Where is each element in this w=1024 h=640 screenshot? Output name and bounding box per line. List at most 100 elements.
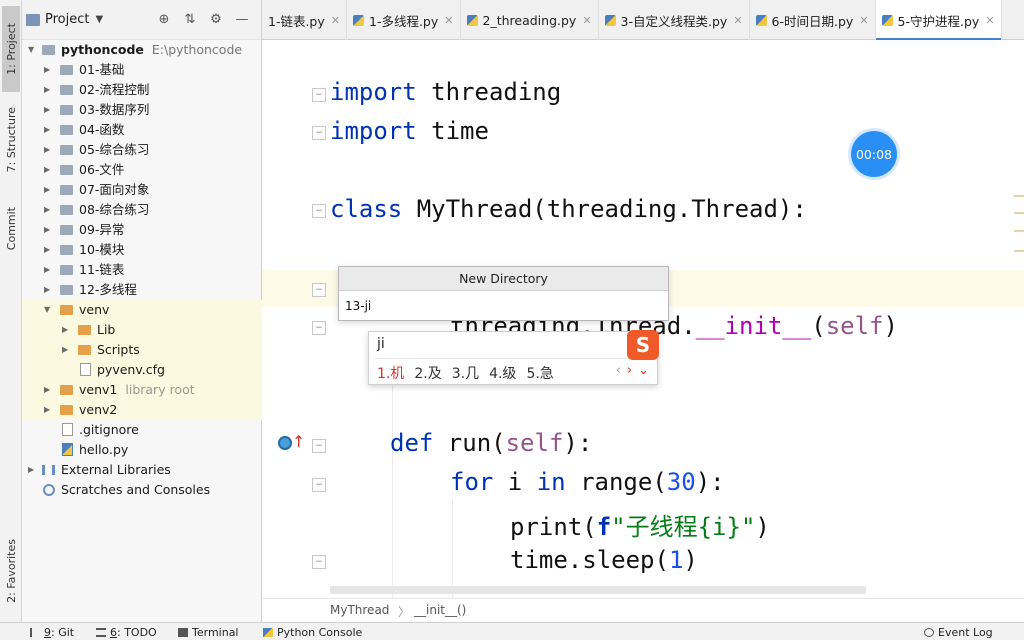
terminal-tool-button[interactable]: Terminal (178, 626, 239, 639)
close-icon[interactable]: ✕ (331, 14, 340, 27)
code-line-8: print(f"子线程{i}") (510, 513, 770, 541)
ime-candidate[interactable]: 2.及 (414, 363, 441, 383)
tab-6-datetime[interactable]: 6-时间日期.py ✕ (750, 0, 876, 40)
tab-1-multithread[interactable]: 1-多线程.py ✕ (347, 0, 461, 40)
directory-name-input[interactable] (345, 297, 655, 315)
expanded-arrow-icon[interactable]: ▼ (44, 300, 50, 320)
tree-item-folder[interactable]: ▶ 08-综合练习 (22, 200, 262, 220)
tab-5-daemon[interactable]: 5-守护进程.py ✕ (875, 0, 1002, 41)
collapsed-arrow-icon[interactable]: ▶ (44, 80, 50, 100)
tree-item-folder[interactable]: ▶ 07-面向对象 (22, 180, 262, 200)
fold-marker-icon[interactable]: − (312, 88, 326, 102)
fold-marker-icon[interactable]: − (312, 204, 326, 218)
chevron-down-icon[interactable]: ▼ (95, 14, 103, 25)
gear-icon[interactable]: ⚙ (208, 12, 224, 27)
collapsed-arrow-icon[interactable]: ▶ (44, 400, 50, 420)
collapsed-arrow-icon[interactable]: ▶ (44, 280, 50, 300)
tree-item-lib[interactable]: ▶ Lib (22, 320, 262, 340)
tab-label: 1-链表.py (268, 13, 325, 29)
favorites-tool-tab[interactable]: 2: Favorites (2, 528, 20, 614)
close-icon[interactable]: ✕ (859, 14, 868, 27)
fold-marker-icon[interactable]: − (312, 126, 326, 140)
tree-item-external-libraries[interactable]: ▶ External Libraries (22, 460, 262, 480)
ide-window: 1: Project 7: Structure Commit 2: Favori… (0, 0, 1024, 640)
tree-item-folder[interactable]: ▶ 05-综合练习 (22, 140, 262, 160)
structure-tool-tab[interactable]: 7: Structure (2, 100, 20, 180)
collapsed-arrow-icon[interactable]: ▶ (44, 140, 50, 160)
collapsed-arrow-icon[interactable]: ▶ (44, 260, 50, 280)
tree-item-gitignore[interactable]: .gitignore (22, 420, 262, 440)
hide-icon[interactable]: — (234, 12, 250, 27)
tree-item-scratches[interactable]: Scratches and Consoles (22, 480, 262, 500)
chevron-right-icon[interactable]: › (627, 363, 632, 378)
tree-item-folder[interactable]: ▶ 06-文件 (22, 160, 262, 180)
override-method-icon[interactable] (278, 436, 292, 450)
collapsed-arrow-icon[interactable]: ▶ (44, 240, 50, 260)
breadcrumb-method[interactable]: __init__() (414, 603, 466, 617)
folder-icon (60, 385, 73, 395)
breadcrumb-class[interactable]: MyThread (330, 603, 389, 617)
list-icon (96, 628, 106, 637)
git-tool-button[interactable]: 9: Git (30, 626, 74, 639)
project-tool-tab[interactable]: 1: Project (2, 6, 20, 92)
tree-item-scripts[interactable]: ▶ Scripts (22, 340, 262, 360)
collapsed-arrow-icon[interactable]: ▶ (44, 60, 50, 80)
folder-icon (60, 305, 73, 315)
tree-item-hello-py[interactable]: hello.py (22, 440, 262, 460)
tree-item-folder[interactable]: ▶ 01-基础 (22, 60, 262, 80)
todo-tool-button[interactable]: 6: TODO (96, 626, 157, 639)
fold-marker-icon[interactable]: − (312, 439, 326, 453)
collapse-all-icon[interactable]: ⇅ (182, 12, 198, 27)
tree-item-folder[interactable]: ▶ 09-异常 (22, 220, 262, 240)
collapsed-arrow-icon[interactable]: ▶ (44, 200, 50, 220)
recording-timer[interactable]: 00:08 (851, 131, 897, 177)
ime-candidate[interactable]: 4.级 (489, 363, 516, 383)
collapsed-arrow-icon[interactable]: ▶ (44, 380, 50, 400)
tree-item-folder[interactable]: ▶ 02-流程控制 (22, 80, 262, 100)
collapsed-arrow-icon[interactable]: ▶ (44, 100, 50, 120)
tab-1-linked-list[interactable]: 1-链表.py ✕ (262, 0, 347, 40)
error-stripe[interactable] (1014, 40, 1024, 598)
commit-tool-tab[interactable]: Commit (2, 198, 20, 260)
collapsed-arrow-icon[interactable]: ▶ (44, 180, 50, 200)
tree-item-pyvenv-cfg[interactable]: pyvenv.cfg (22, 360, 262, 380)
ime-candidate[interactable]: 5.急 (526, 363, 553, 383)
collapsed-arrow-icon[interactable]: ▶ (44, 160, 50, 180)
project-view-selector[interactable]: Project (45, 12, 89, 27)
folder-icon (42, 45, 55, 55)
expanded-arrow-icon[interactable]: ▼ (28, 40, 34, 60)
fold-marker-icon[interactable]: − (312, 555, 326, 569)
tree-item-venv1[interactable]: ▶ venv1 library root (22, 380, 262, 400)
python-console-tool-button[interactable]: Python Console (263, 626, 362, 639)
chevron-left-icon[interactable]: ‹ (616, 363, 621, 378)
locate-icon[interactable]: ⊕ (156, 12, 172, 27)
ime-candidate[interactable]: 3.几 (452, 363, 479, 383)
event-log-button[interactable]: Event Log (924, 626, 993, 639)
collapsed-arrow-icon[interactable]: ▶ (44, 120, 50, 140)
collapsed-arrow-icon[interactable]: ▶ (62, 320, 68, 340)
tab-2-threading[interactable]: 2_threading.py ✕ (461, 0, 599, 40)
ime-candidate[interactable]: 1.机 (377, 363, 404, 383)
tree-item-folder[interactable]: ▶ 03-数据序列 (22, 100, 262, 120)
close-icon[interactable]: ✕ (733, 14, 742, 27)
fold-marker-icon[interactable]: − (312, 283, 326, 297)
fold-marker-icon[interactable]: − (312, 321, 326, 335)
tree-item-pythoncode[interactable]: ▼ pythoncode E:\pythoncode (22, 40, 262, 60)
fold-marker-icon[interactable]: − (312, 478, 326, 492)
tab-3-custom-thread[interactable]: 3-自定义线程类.py ✕ (599, 0, 750, 40)
tree-item-folder[interactable]: ▶ 12-多线程 (22, 280, 262, 300)
project-panel-tools: ⊕ ⇅ ⚙ — (156, 12, 250, 27)
tree-item-venv2[interactable]: ▶ venv2 (22, 400, 262, 420)
collapsed-arrow-icon[interactable]: ▶ (44, 220, 50, 240)
horizontal-scrollbar[interactable] (330, 586, 866, 594)
close-icon[interactable]: ✕ (985, 14, 994, 27)
collapsed-arrow-icon[interactable]: ▶ (28, 460, 34, 480)
tree-item-folder[interactable]: ▶ 11-链表 (22, 260, 262, 280)
collapsed-arrow-icon[interactable]: ▶ (62, 340, 68, 360)
tree-item-folder[interactable]: ▶ 10-模块 (22, 240, 262, 260)
close-icon[interactable]: ✕ (582, 14, 591, 27)
chevron-down-icon[interactable]: ⌄ (638, 363, 649, 378)
tree-item-folder[interactable]: ▶ 04-函数 (22, 120, 262, 140)
close-icon[interactable]: ✕ (444, 14, 453, 27)
tree-item-venv[interactable]: ▼ venv (22, 300, 262, 320)
